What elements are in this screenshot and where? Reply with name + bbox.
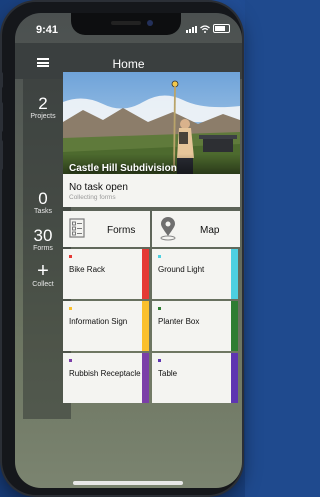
tasks-label: Tasks — [34, 208, 52, 215]
notch — [71, 13, 181, 35]
volume-up-button — [0, 102, 3, 132]
signal-icon — [186, 26, 197, 33]
form-color-dot — [158, 255, 161, 258]
phone-frame: 9:41 Home 2 Projects 0 Tasks 30 Forms + … — [0, 2, 242, 495]
form-color-dot — [69, 255, 72, 258]
form-tile[interactable]: Bike Rack — [63, 249, 149, 299]
form-name: Information Sign — [69, 317, 128, 326]
home-indicator[interactable] — [73, 481, 183, 485]
system-indicators — [186, 24, 230, 33]
collect-label: Collect — [32, 281, 54, 288]
form-tile[interactable]: Information Sign — [63, 301, 149, 351]
app-screen: 9:41 Home 2 Projects 0 Tasks 30 Forms + … — [15, 13, 242, 488]
form-list-icon — [69, 218, 85, 238]
projects-label: Projects — [30, 113, 56, 120]
forms-label: Forms — [33, 245, 53, 252]
form-color-dot — [69, 307, 72, 310]
silent-switch — [0, 72, 3, 88]
task-card[interactable]: No task open Collecting forms — [63, 174, 240, 207]
volume-down-button — [0, 140, 3, 170]
project-title: Castle Hill Subdivision — [69, 163, 177, 174]
form-color-bar — [142, 301, 149, 351]
form-color-bar — [142, 353, 149, 403]
forms-button-label: Forms — [107, 225, 136, 236]
form-name: Rubbish Receptacle — [69, 369, 141, 378]
form-tile[interactable]: Table — [152, 353, 238, 403]
camera-icon — [147, 20, 153, 26]
forms-count: 30 — [33, 226, 53, 245]
forms-button[interactable]: Forms — [63, 211, 150, 247]
form-tile[interactable]: Rubbish Receptacle — [63, 353, 149, 403]
projects-count: 2 — [38, 94, 48, 113]
wifi-icon — [200, 25, 210, 33]
form-tile[interactable]: Ground Light — [152, 249, 238, 299]
page-title: Home — [112, 57, 145, 71]
form-tile[interactable]: Planter Box — [152, 301, 238, 351]
map-button[interactable]: Map — [152, 211, 240, 247]
battery-icon — [213, 24, 230, 33]
plus-icon: + — [37, 260, 49, 282]
form-color-dot — [158, 359, 161, 362]
project-card[interactable]: Castle Hill Subdivision — [63, 72, 240, 178]
forms-stat[interactable]: 30 Forms — [23, 227, 63, 252]
speaker — [111, 21, 141, 25]
form-name: Table — [158, 369, 178, 378]
map-button-label: Map — [200, 225, 220, 236]
form-name: Bike Rack — [69, 265, 106, 274]
form-name: Ground Light — [158, 265, 205, 274]
tasks-stat[interactable]: 0 Tasks — [23, 190, 63, 215]
task-substatus: Collecting forms — [69, 194, 116, 201]
collect-button[interactable]: + Collect — [23, 260, 63, 288]
form-color-bar — [231, 353, 238, 403]
map-pin-icon — [160, 217, 176, 241]
form-name: Planter Box — [158, 317, 200, 326]
form-color-dot — [158, 307, 161, 310]
form-color-bar — [231, 301, 238, 351]
status-time: 9:41 — [36, 24, 59, 36]
form-color-bar — [231, 249, 238, 299]
status-bar: 9:41 — [15, 13, 242, 43]
form-color-bar — [142, 249, 149, 299]
form-color-dot — [69, 359, 72, 362]
projects-stat[interactable]: 2 Projects — [23, 95, 63, 120]
task-status: No task open — [69, 182, 128, 193]
tasks-count: 0 — [38, 189, 48, 208]
